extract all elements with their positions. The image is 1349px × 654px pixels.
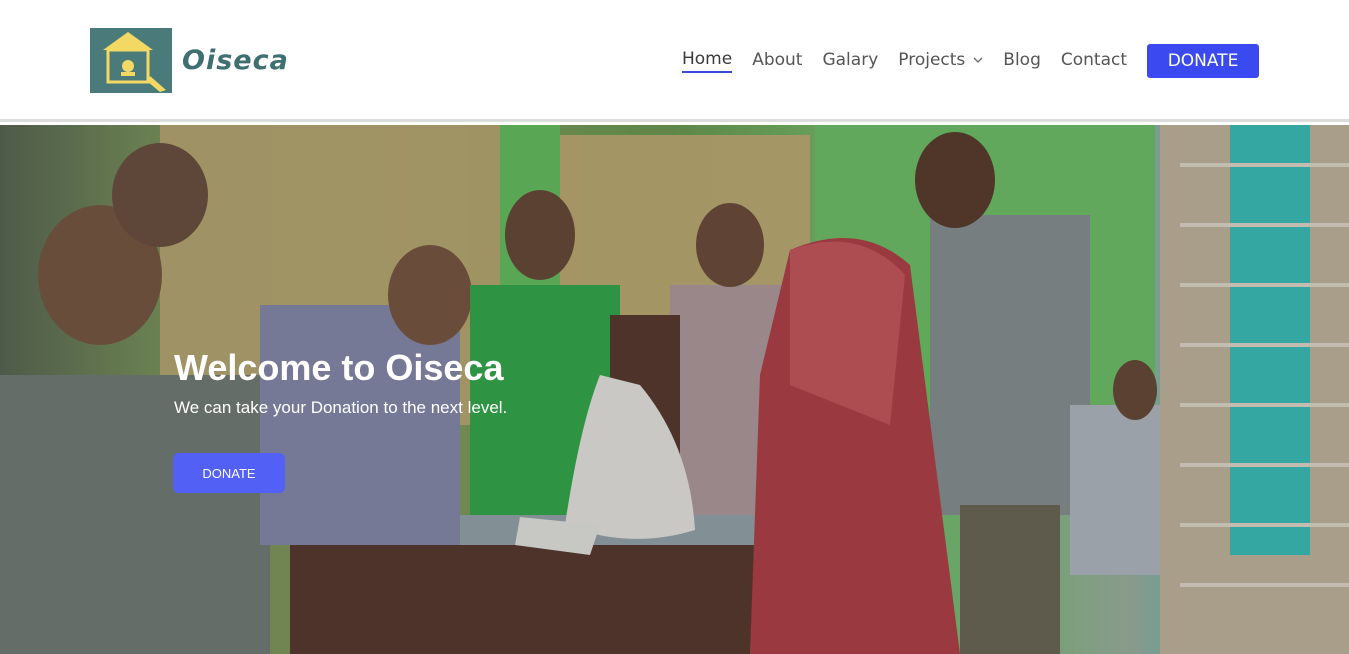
header-donate-button[interactable]: DONATE	[1147, 44, 1259, 78]
hero-banner: Welcome to Oiseca We can take your Donat…	[0, 125, 1349, 654]
nav-home[interactable]: Home	[682, 49, 733, 73]
house-logo-icon	[90, 28, 172, 93]
hero-subtitle: We can take your Donation to the next le…	[174, 398, 508, 417]
main-nav: Home About Galary Projects Blog Contact …	[662, 44, 1259, 78]
nav-contact[interactable]: Contact	[1061, 50, 1127, 72]
brand-name: Oiseca	[182, 45, 289, 76]
hero-overlay	[0, 125, 1349, 654]
hero-title: Welcome to Oiseca	[174, 347, 504, 388]
chevron-down-icon	[973, 57, 983, 63]
site-logo[interactable]: Oiseca	[90, 28, 289, 93]
nav-projects-label: Projects	[898, 50, 966, 70]
hero-donate-button[interactable]: DONATE	[173, 453, 285, 493]
nav-projects[interactable]: Projects	[898, 50, 983, 72]
nav-about[interactable]: About	[752, 50, 802, 72]
nav-blog[interactable]: Blog	[1003, 50, 1041, 72]
site-header: Oiseca Home About Galary Projects Blog C…	[0, 0, 1349, 122]
nav-galary[interactable]: Galary	[822, 50, 878, 72]
